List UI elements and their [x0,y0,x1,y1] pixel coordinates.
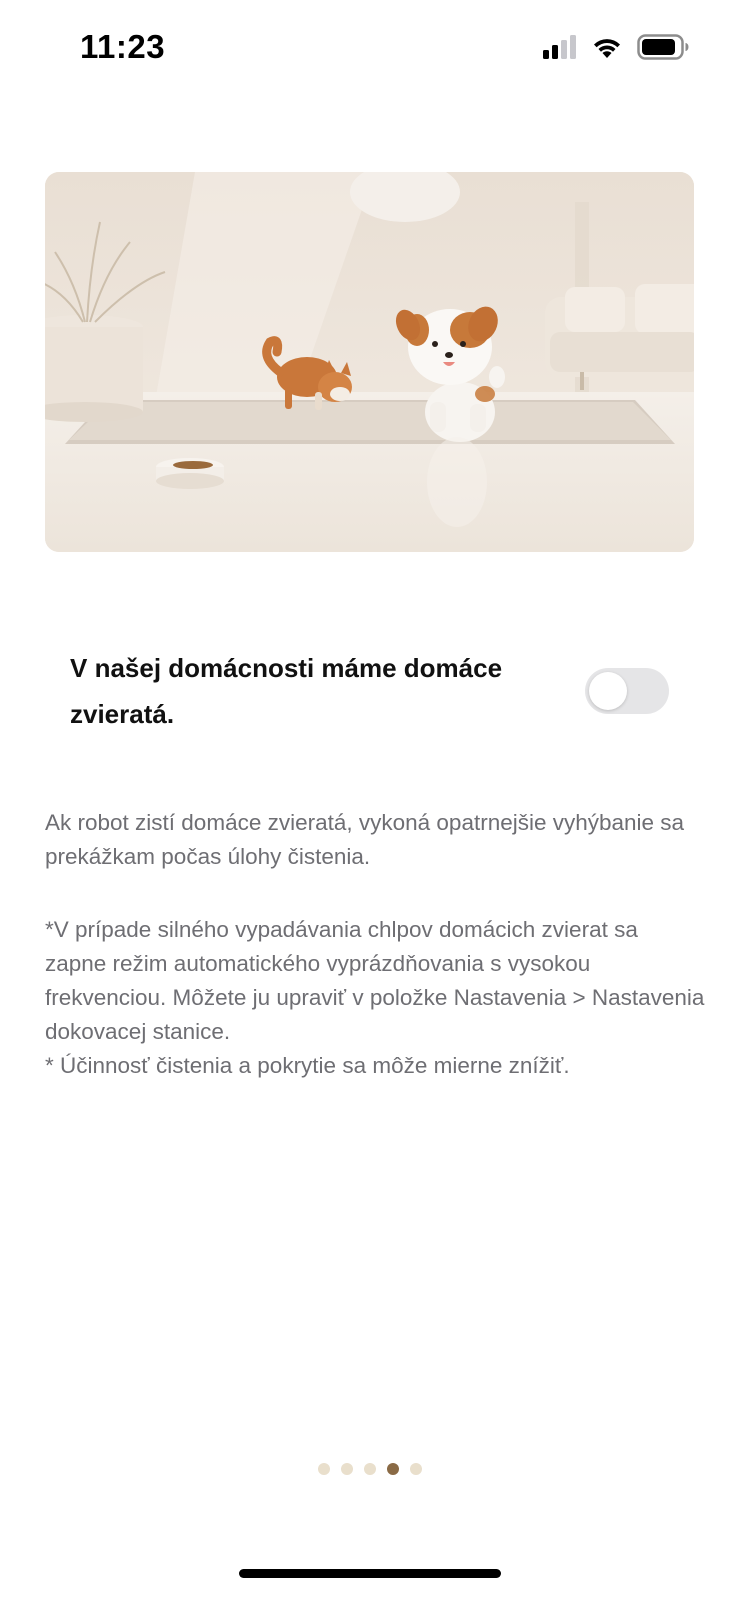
page-indicator [0,1463,739,1475]
pet-setting-label: V našej domácnosti máme domáce zvieratá. [70,653,503,729]
pets-toggle-knob [589,672,627,710]
pet-setting-row: V našej domácnosti máme domáce zvieratá. [70,645,670,745]
battery-icon [637,34,689,65]
wifi-icon [591,35,623,64]
pet-note-efficiency: * Účinnosť čistenia a pokrytie sa môže m… [45,1053,570,1078]
status-icons [543,34,689,65]
page-dot [340,1463,353,1475]
cellular-signal-icon [543,35,577,64]
page-dot-active [386,1463,399,1475]
pet-note-auto-empty: *V prípade silného vypadávania chlpov do… [45,917,705,1044]
status-bar: 11:23 [0,0,739,100]
pet-notes: *V prípade silného vypadávania chlpov do… [45,913,705,1083]
pet-description-text: Ak robot zistí domáce zvieratá, vykoná o… [45,810,685,869]
page-dot [409,1463,422,1475]
pet-description: Ak robot zistí domáce zvieratá, vykoná o… [45,806,705,874]
home-indicator[interactable] [239,1569,501,1578]
pets-illustration [45,172,694,552]
page-dot [317,1463,330,1475]
pets-toggle[interactable] [585,668,669,714]
status-time: 11:23 [80,28,166,65]
page-dot [363,1463,376,1475]
